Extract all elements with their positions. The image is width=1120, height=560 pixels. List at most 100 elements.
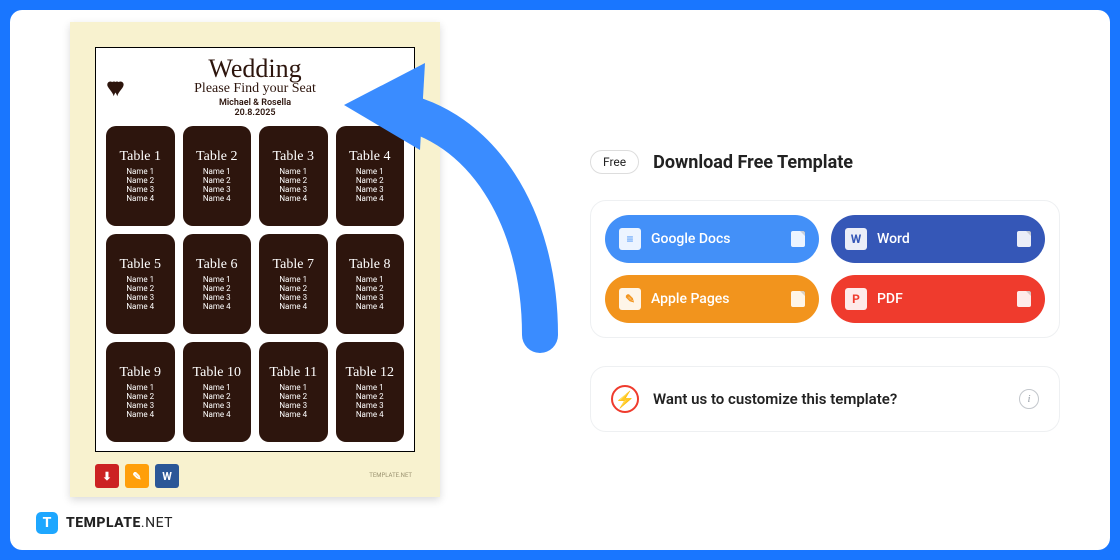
guest-name: Name 4 — [279, 410, 307, 419]
guest-name: Name 4 — [203, 410, 231, 419]
guest-name: Name 4 — [203, 302, 231, 311]
brand-tld: .NET — [141, 515, 173, 531]
word-badge-icon: W — [155, 464, 179, 488]
template-preview[interactable]: ♥♥ Wedding Please Find your Seat Michael… — [70, 22, 440, 497]
guest-name: Name 1 — [203, 275, 231, 284]
panel-header: Free Download Free Template — [590, 150, 1060, 174]
preview-card: ♥♥ Wedding Please Find your Seat Michael… — [95, 47, 415, 452]
guest-name: Name 1 — [279, 383, 307, 392]
app-frame: ♥♥ Wedding Please Find your Seat Michael… — [10, 10, 1110, 550]
guest-name: Name 2 — [203, 392, 231, 401]
guest-name: Name 2 — [279, 284, 307, 293]
table-title: Table 11 — [269, 365, 317, 381]
guest-name: Name 4 — [279, 194, 307, 203]
guest-name: Name 2 — [203, 176, 231, 185]
word-icon: W — [845, 228, 867, 250]
download-pdf-button[interactable]: P PDF — [831, 275, 1045, 323]
guest-name: Name 3 — [356, 293, 384, 302]
hearts-icon: ♥♥ — [397, 72, 404, 103]
pages-icon: ✎ — [619, 288, 641, 310]
guest-name: Name 2 — [126, 176, 154, 185]
guest-name: Name 3 — [203, 293, 231, 302]
preview-subtitle: Please Find your Seat — [125, 82, 385, 96]
table-title: Table 12 — [346, 365, 394, 381]
guest-name: Name 4 — [203, 194, 231, 203]
guest-name: Name 3 — [126, 401, 154, 410]
table-cell: Table 10 Name 1Name 2Name 3Name 4 — [183, 342, 252, 442]
document-icon: ≡ — [619, 228, 641, 250]
download-panel: Free Download Free Template ≡ Google Docs… — [590, 150, 1060, 432]
brand-footer[interactable]: T TEMPLATE.NET — [36, 512, 173, 534]
table-cell: Table 9Name 1Name 2Name 3Name 4 — [106, 342, 175, 442]
guest-name: Name 4 — [126, 302, 154, 311]
download-button-label: PDF — [877, 291, 903, 307]
table-cell: Table 3Name 1Name 2Name 3Name 4 — [259, 126, 328, 226]
table-title: Table 9 — [120, 365, 161, 381]
guest-name: Name 2 — [279, 176, 307, 185]
table-cell: Table 8Name 1Name 2Name 3Name 4 — [336, 234, 405, 334]
guest-name: Name 1 — [126, 167, 154, 176]
guest-name: Name 3 — [279, 185, 307, 194]
download-button-label: Apple Pages — [651, 291, 730, 307]
panel-title: Download Free Template — [653, 152, 853, 173]
bolt-icon: ⚡ — [611, 385, 639, 413]
info-icon[interactable]: i — [1019, 389, 1039, 409]
file-icon — [1017, 291, 1031, 307]
download-button-label: Word — [877, 231, 910, 247]
hearts-icon: ♥♥ — [106, 72, 113, 103]
guest-name: Name 2 — [356, 284, 384, 293]
file-icon — [791, 291, 805, 307]
guest-name: Name 1 — [126, 275, 154, 284]
table-title: Table 1 — [120, 149, 161, 165]
preview-title: Wedding — [125, 56, 385, 82]
preview-date: 20.8.2025 — [125, 108, 385, 118]
brand-name: TEMPLATE.NET — [66, 515, 173, 531]
table-cell: Table 11Name 1Name 2Name 3Name 4 — [259, 342, 328, 442]
guest-name: Name 1 — [356, 275, 384, 284]
guest-name: Name 3 — [356, 185, 384, 194]
guest-name: Name 2 — [356, 392, 384, 401]
table-cell: Table 6Name 1Name 2Name 3Name 4 — [183, 234, 252, 334]
table-title: Table 8 — [349, 257, 390, 273]
table-title: Table 2 — [196, 149, 237, 165]
table-title: Table 4 — [349, 149, 390, 165]
table-title: Table 3 — [273, 149, 314, 165]
watermark: TEMPLATE.NET — [369, 472, 412, 479]
download-buttons-box: ≡ Google Docs W Word ✎ Apple Pages P PDF — [590, 200, 1060, 338]
guest-name: Name 2 — [126, 284, 154, 293]
guest-name: Name 3 — [279, 401, 307, 410]
brand-main: TEMPLATE — [66, 515, 141, 531]
guest-name: Name 1 — [203, 167, 231, 176]
table-cell: Table 4Name 1Name 2Name 3Name 4 — [336, 126, 405, 226]
table-title: Table 7 — [273, 257, 314, 273]
guest-name: Name 3 — [203, 401, 231, 410]
download-pages-button[interactable]: ✎ Apple Pages — [605, 275, 819, 323]
download-word-button[interactable]: W Word — [831, 215, 1045, 263]
download-gdocs-button[interactable]: ≡ Google Docs — [605, 215, 819, 263]
table-title: Table 10 — [193, 365, 241, 381]
pages-badge-icon: ✎ — [125, 464, 149, 488]
file-icon — [791, 231, 805, 247]
guest-name: Name 3 — [279, 293, 307, 302]
guest-name: Name 3 — [356, 401, 384, 410]
download-button-label: Google Docs — [651, 231, 731, 247]
guest-name: Name 1 — [126, 383, 154, 392]
guest-name: Name 4 — [126, 194, 154, 203]
table-cell: Table 5Name 1Name 2Name 3Name 4 — [106, 234, 175, 334]
table-cell: Table 1 Name 1Name 2Name 3Name 4 — [106, 126, 175, 226]
guest-name: Name 1 — [279, 275, 307, 284]
guest-name: Name 1 — [203, 383, 231, 392]
guest-name: Name 4 — [126, 410, 154, 419]
table-cell: Table 2Name 1Name 2Name 3Name 4 — [183, 126, 252, 226]
guest-name: Name 3 — [126, 185, 154, 194]
guest-name: Name 1 — [356, 167, 384, 176]
guest-name: Name 4 — [356, 194, 384, 203]
pdf-icon: P — [845, 288, 867, 310]
preview-titles: Wedding Please Find your Seat Michael & … — [125, 56, 385, 118]
customize-text: Want us to customize this template? — [653, 390, 897, 408]
guest-name: Name 4 — [279, 302, 307, 311]
table-cell: Table 7 Name 1Name 2Name 3Name 4 — [259, 234, 328, 334]
customize-prompt[interactable]: ⚡ Want us to customize this template? i — [590, 366, 1060, 432]
seating-grid: Table 1Name 1Name 2Name 3Name 4Table 2Na… — [106, 126, 404, 442]
preview-names: Michael & Rosella — [125, 98, 385, 108]
